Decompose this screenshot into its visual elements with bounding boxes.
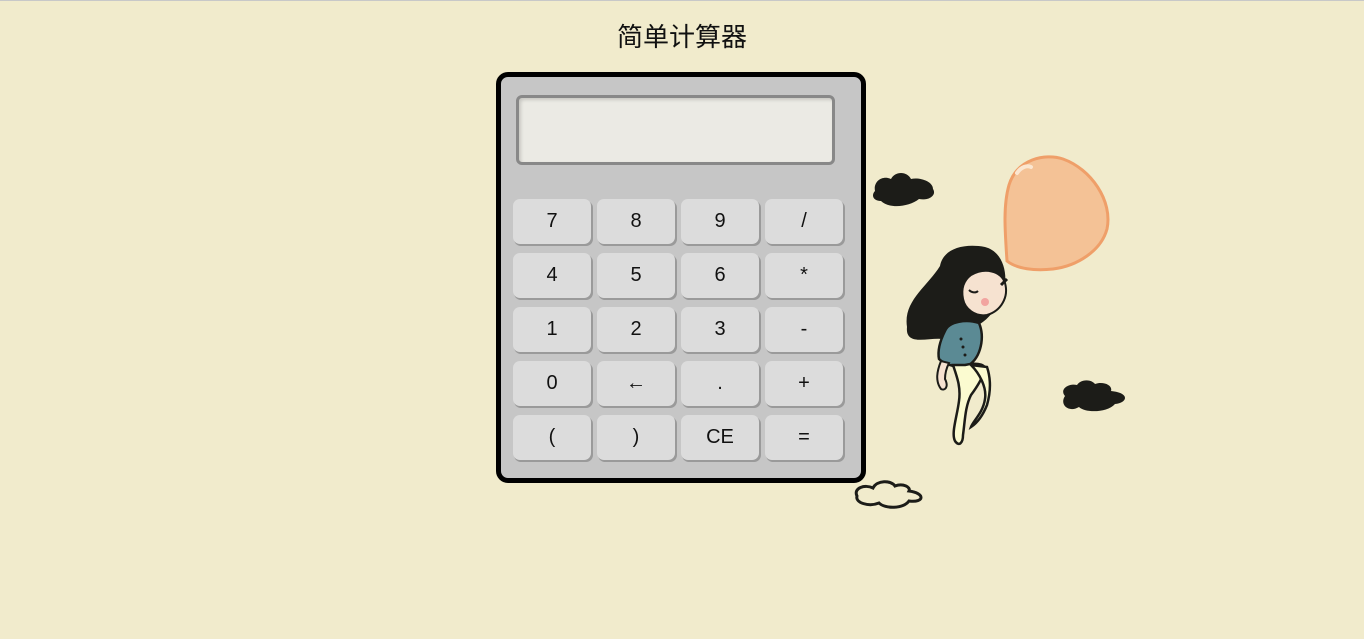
calculator-display[interactable] <box>516 95 835 165</box>
key-multiply[interactable]: * <box>765 253 843 298</box>
cloud-icon <box>873 173 935 207</box>
page-title: 简单计算器 <box>616 23 747 53</box>
key-backspace[interactable]: ← <box>597 361 675 406</box>
key-1[interactable]: 1 <box>513 307 591 352</box>
key-9[interactable]: 9 <box>681 199 759 244</box>
key-6[interactable]: 6 <box>681 253 759 298</box>
key-open-paren[interactable]: ( <box>513 415 591 460</box>
key-0[interactable]: 0 <box>513 361 591 406</box>
key-4[interactable]: 4 <box>513 253 591 298</box>
key-decimal[interactable]: . <box>681 361 759 406</box>
key-add[interactable]: + <box>765 361 843 406</box>
key-close-paren[interactable]: ) <box>597 415 675 460</box>
cloud-icon <box>854 480 923 509</box>
calculator: 7 8 9/ 4 5 6 * 1 2 3- 0 ←. + () CE = <box>496 72 866 483</box>
key-divide[interactable]: / <box>765 199 843 244</box>
key-3[interactable]: 3 <box>681 307 759 352</box>
balloon-icon <box>1003 155 1110 272</box>
key-clear[interactable]: CE <box>681 415 759 460</box>
face <box>961 269 1007 317</box>
key-5[interactable]: 5 <box>597 253 675 298</box>
key-subtract[interactable]: - <box>765 307 843 352</box>
key-8[interactable]: 8 <box>597 199 675 244</box>
key-2[interactable]: 2 <box>597 307 675 352</box>
cloud-icon <box>1063 380 1125 412</box>
key-equals[interactable]: = <box>765 415 843 460</box>
girl-balloon-illustration <box>854 155 1125 509</box>
key-7[interactable]: 7 <box>513 199 591 244</box>
